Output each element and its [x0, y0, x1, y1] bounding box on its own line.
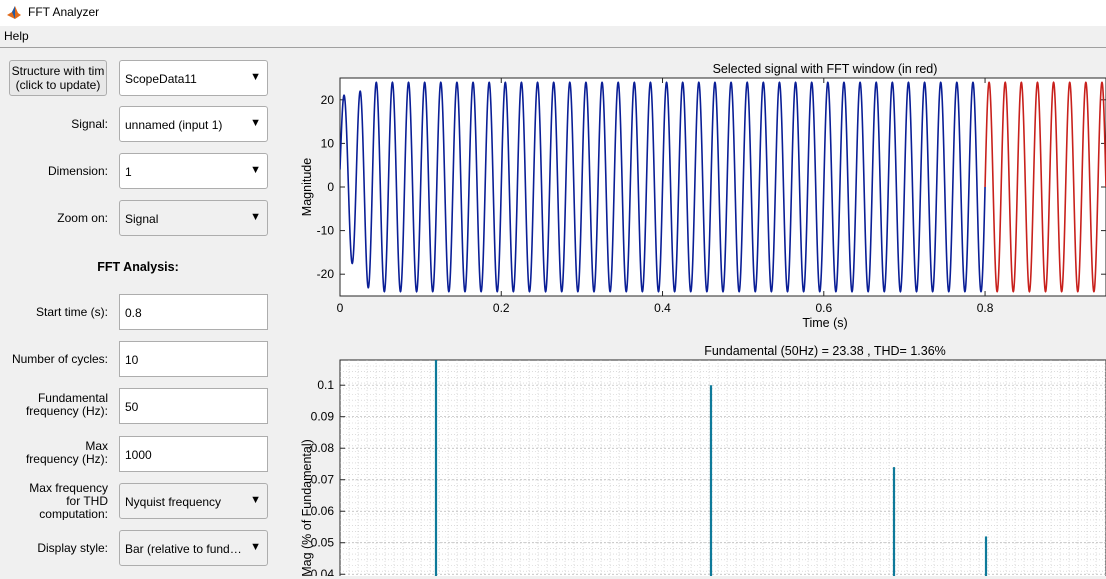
- fund-label-line2: frequency (Hz):: [25, 404, 108, 418]
- signal-ylabel: Magnitude: [300, 158, 314, 216]
- fft-chart: Fundamental (50Hz) = 23.38 , THD= 1.36% …: [300, 344, 1106, 579]
- cycles-label: Number of cycles:: [11, 352, 108, 366]
- fundamental-frequency-label: Fundamental frequency (Hz):: [26, 392, 108, 418]
- structure-select[interactable]: ScopeData11 ▼: [119, 60, 268, 96]
- signal-select-value: unnamed (input 1): [125, 118, 223, 132]
- y-tick-label: 10: [321, 136, 335, 150]
- structure-button-line2: (click to update): [15, 78, 101, 92]
- y-tick-label: 0.08: [311, 441, 335, 455]
- zoom-select-value: Signal: [125, 212, 159, 226]
- dropdown-arrow-icon: ▼: [250, 71, 261, 83]
- max-frequency-input[interactable]: 1000: [119, 436, 268, 472]
- fund-value: 50: [125, 400, 139, 414]
- window-title: FFT Analyzer: [28, 5, 100, 19]
- max-frequency-label: Max frequency (Hz):: [26, 440, 108, 466]
- structure-button-line1: Structure with tim: [11, 64, 105, 78]
- thd-frequency-label: Max frequency for THD computation:: [29, 482, 108, 520]
- start-time-label: Start time (s):: [35, 305, 108, 319]
- window-titlebar: FFT Analyzer: [0, 0, 1106, 26]
- dropdown-arrow-icon: ▼: [250, 164, 261, 176]
- y-tick-label: 0.05: [311, 536, 335, 550]
- signal-chart: Selected signal with FFT window (in red)…: [300, 62, 1106, 330]
- x-tick-label: 0.6: [815, 301, 832, 315]
- start-time-value: 0.8: [125, 306, 142, 320]
- y-tick-label: -10: [317, 224, 335, 238]
- control-panel: Structure with tim (click to update) Sco…: [0, 48, 290, 576]
- menu-help[interactable]: Help: [4, 29, 29, 43]
- fft-ylabel: Mag (% of Fundamental): [300, 439, 314, 576]
- y-tick-label: 0: [327, 180, 334, 194]
- dropdown-arrow-icon: ▼: [250, 117, 261, 129]
- x-tick-label: 0.4: [654, 301, 671, 315]
- dropdown-arrow-icon: ▼: [250, 494, 261, 506]
- structure-select-value: ScopeData11: [125, 72, 197, 86]
- dimension-label: Dimension:: [47, 164, 108, 178]
- thd-label-line3: computation:: [39, 507, 108, 521]
- signal-xlabel: Time (s): [802, 316, 847, 330]
- y-tick-label: 20: [321, 93, 335, 107]
- fft-analysis-heading: FFT Analysis:: [97, 260, 179, 274]
- y-tick-label: 0.07: [311, 473, 335, 487]
- cycles-value: 10: [125, 353, 139, 367]
- y-tick-label: 0.09: [311, 410, 335, 424]
- signal-chart-title: Selected signal with FFT window (in red): [713, 62, 938, 76]
- y-tick-label: 0.06: [311, 504, 335, 518]
- y-tick-label: -20: [317, 267, 335, 281]
- menu-bar: Help: [0, 26, 1106, 48]
- display-style-label: Display style:: [37, 541, 108, 555]
- plots-svg: Selected signal with FFT window (in red)…: [300, 62, 1106, 579]
- x-tick-label: 0: [337, 301, 344, 315]
- x-tick-label: 0.2: [493, 301, 510, 315]
- dimension-select[interactable]: 1 ▼: [119, 153, 268, 189]
- zoom-select[interactable]: Signal ▼: [119, 200, 268, 236]
- display-style-select[interactable]: Bar (relative to fund… ▼: [119, 530, 268, 566]
- fundamental-frequency-input[interactable]: 50: [119, 388, 268, 424]
- thd-frequency-select[interactable]: Nyquist frequency ▼: [119, 483, 268, 519]
- maxf-label-line2: frequency (Hz):: [25, 452, 108, 466]
- start-time-input[interactable]: 0.8: [119, 294, 268, 330]
- dropdown-arrow-icon: ▼: [250, 541, 261, 553]
- y-tick-label: 0.04: [311, 567, 335, 576]
- structure-update-button[interactable]: Structure with tim (click to update): [9, 60, 107, 96]
- thd-select-value: Nyquist frequency: [125, 495, 222, 509]
- signal-label: Signal:: [71, 117, 108, 131]
- dropdown-arrow-icon: ▼: [250, 211, 261, 223]
- cycles-input[interactable]: 10: [119, 341, 268, 377]
- x-tick-label: 0.8: [977, 301, 994, 315]
- y-tick-label: 0.1: [317, 378, 334, 392]
- fft-chart-title: Fundamental (50Hz) = 23.38 , THD= 1.36%: [704, 344, 946, 358]
- fft-axes: [339, 359, 1106, 579]
- maxf-value: 1000: [125, 448, 152, 462]
- plot-area: Selected signal with FFT window (in red)…: [290, 48, 1106, 579]
- zoom-label: Zoom on:: [57, 211, 108, 225]
- signal-select[interactable]: unnamed (input 1) ▼: [119, 106, 268, 142]
- display-style-value: Bar (relative to fund…: [125, 542, 242, 556]
- matlab-icon: [6, 4, 22, 20]
- dimension-select-value: 1: [125, 165, 132, 179]
